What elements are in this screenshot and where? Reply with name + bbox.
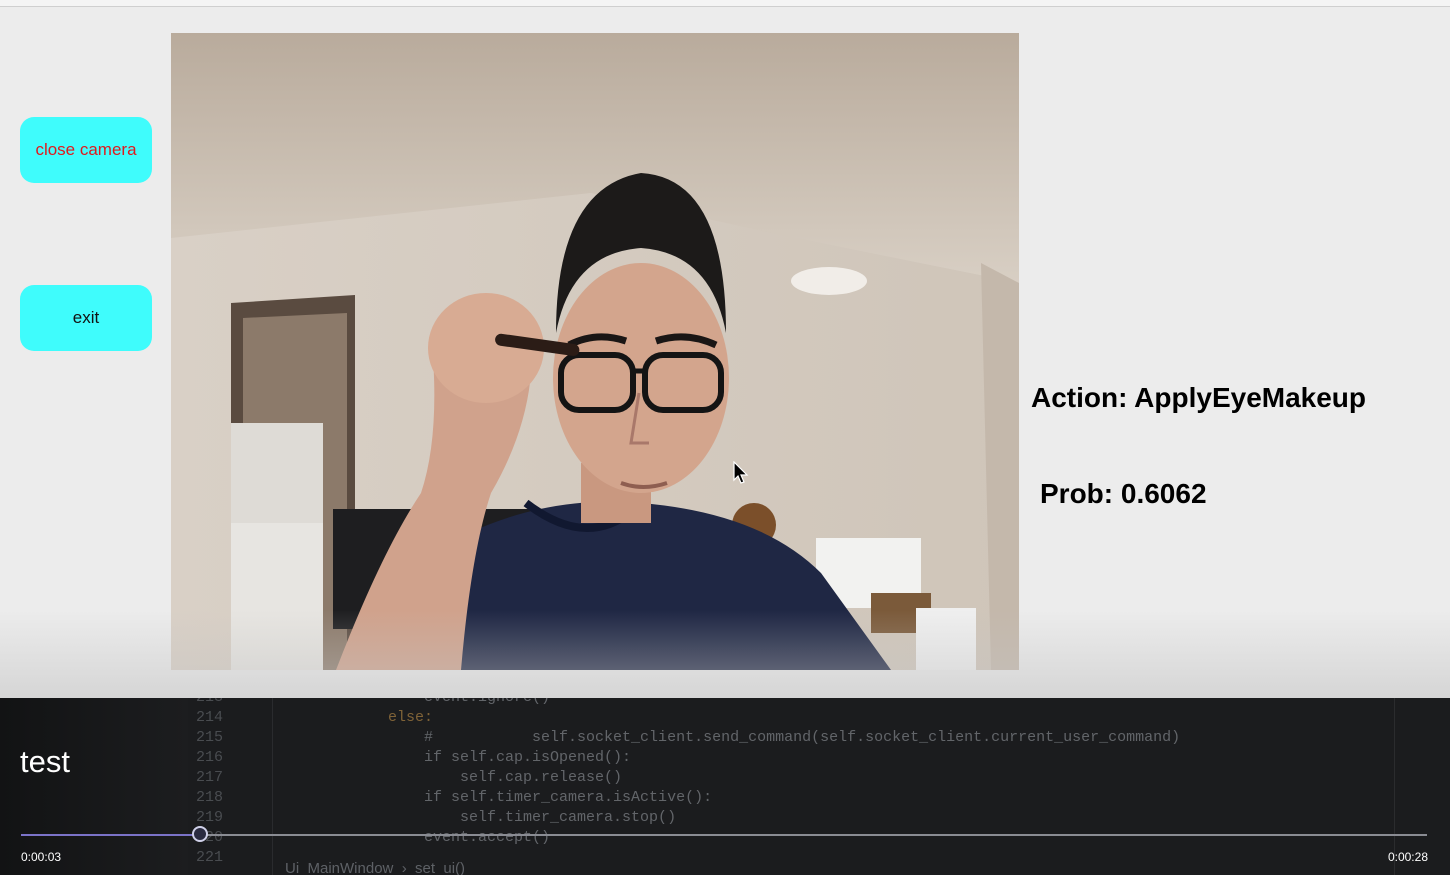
code-breadcrumb: Ui_MainWindow › set_ui() — [285, 860, 466, 875]
code-line: 220 event.accept() — [196, 829, 551, 846]
video-player-bar: 213 event.ignore() 214 else: 215 # self.… — [0, 698, 1450, 875]
background-code-editor: 213 event.ignore() 214 else: 215 # self.… — [190, 698, 1390, 875]
code-line: 216 if self.cap.isOpened(): — [196, 749, 632, 766]
prediction-result: Action: ApplyEyeMakeup Prob: 0.6062 — [1031, 318, 1366, 542]
window-title-bar — [0, 0, 1450, 7]
video-title: test — [20, 744, 70, 779]
current-time: 0:00:03 — [21, 850, 62, 864]
editor-divider — [1394, 698, 1395, 875]
mouse-pointer-icon — [733, 461, 749, 484]
code-line: 213 event.ignore() — [190, 698, 1390, 708]
code-line: 215 # self.socket_client.send_command(se… — [196, 729, 1181, 746]
code-line: 219 self.timer_camera.stop() — [196, 809, 677, 826]
seek-handle[interactable] — [191, 826, 208, 842]
seek-bar[interactable] — [21, 834, 1427, 836]
code-line: 217 self.cap.release() — [196, 769, 623, 786]
camera-feed-image — [171, 33, 1019, 670]
player-left-pane — [0, 698, 188, 875]
duration-time: 0:00:28 — [1387, 850, 1428, 864]
code-line: 214 else: — [196, 709, 434, 726]
action-label: Action: ApplyEyeMakeup — [1031, 382, 1367, 413]
code-line: 218 if self.timer_camera.isActive(): — [196, 789, 713, 806]
close-camera-button[interactable]: close camera — [20, 117, 152, 183]
camera-feed — [171, 33, 1019, 670]
probability-label: Prob: 0.6062 — [1040, 478, 1207, 509]
seek-bar-played — [21, 834, 200, 836]
exit-button[interactable]: exit — [20, 285, 152, 351]
